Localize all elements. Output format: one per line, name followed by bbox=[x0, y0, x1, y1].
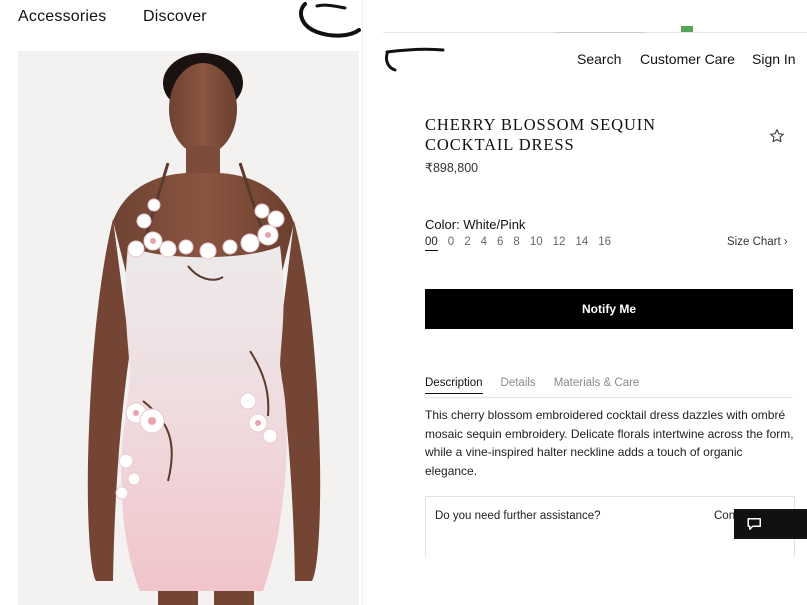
brand-logo-scribble[interactable] bbox=[295, 0, 361, 42]
size-option-16[interactable]: 16 bbox=[598, 236, 611, 251]
tab-description[interactable]: Description bbox=[425, 377, 483, 394]
product-info-tabs: Description Details Materials & Care bbox=[425, 377, 657, 394]
tab-details[interactable]: Details bbox=[501, 377, 536, 394]
size-option-14[interactable]: 14 bbox=[575, 236, 588, 251]
cropped-topbar-text bbox=[555, 26, 645, 33]
size-option-8[interactable]: 8 bbox=[513, 236, 519, 251]
product-description: This cherry blossom embroidered cocktail… bbox=[425, 408, 794, 478]
size-option-00[interactable]: 00 bbox=[425, 236, 438, 251]
tab-materials-care[interactable]: Materials & Care bbox=[554, 377, 640, 394]
size-option-4[interactable]: 4 bbox=[481, 236, 487, 251]
chat-icon bbox=[747, 518, 761, 530]
tabs-divider bbox=[425, 397, 793, 398]
size-option-2[interactable]: 2 bbox=[464, 236, 470, 251]
nav-discover[interactable]: Discover bbox=[143, 8, 207, 26]
product-price: ₹898,800 bbox=[425, 161, 479, 175]
nav-accessories[interactable]: Accessories bbox=[18, 8, 106, 26]
color-selection-label: Color: White/Pink bbox=[425, 217, 526, 232]
size-option-12[interactable]: 12 bbox=[553, 236, 566, 251]
size-chart-link[interactable]: Size Chart › bbox=[727, 236, 788, 248]
wishlist-star-icon[interactable] bbox=[769, 128, 785, 144]
left-pane: Accessories Discover bbox=[0, 0, 362, 605]
size-option-10[interactable]: 10 bbox=[530, 236, 543, 251]
header-search-link[interactable]: Search bbox=[577, 51, 621, 67]
size-option-0[interactable]: 0 bbox=[448, 236, 454, 251]
chat-widget-button[interactable] bbox=[734, 509, 807, 539]
cropped-flag-icon bbox=[681, 26, 693, 32]
right-pane: Search Customer Care Sign In CHERRY BLOS… bbox=[363, 0, 807, 605]
dress-photo-illustration bbox=[18, 51, 359, 605]
assistance-question: Do you need further assistance? bbox=[435, 510, 601, 522]
brand-logo-scribble[interactable] bbox=[383, 44, 447, 74]
header-sign-in-link[interactable]: Sign In bbox=[752, 51, 796, 67]
product-title: CHERRY BLOSSOM SEQUIN COCKTAIL DRESS bbox=[425, 115, 656, 154]
notify-me-button[interactable]: Notify Me bbox=[425, 289, 793, 329]
size-option-6[interactable]: 6 bbox=[497, 236, 503, 251]
assistance-contact-link[interactable]: Con bbox=[714, 510, 735, 522]
product-image[interactable] bbox=[18, 51, 359, 605]
size-selector: 00 0 2 4 6 8 10 12 14 16 bbox=[425, 236, 621, 251]
header-customer-care-link[interactable]: Customer Care bbox=[640, 51, 735, 67]
